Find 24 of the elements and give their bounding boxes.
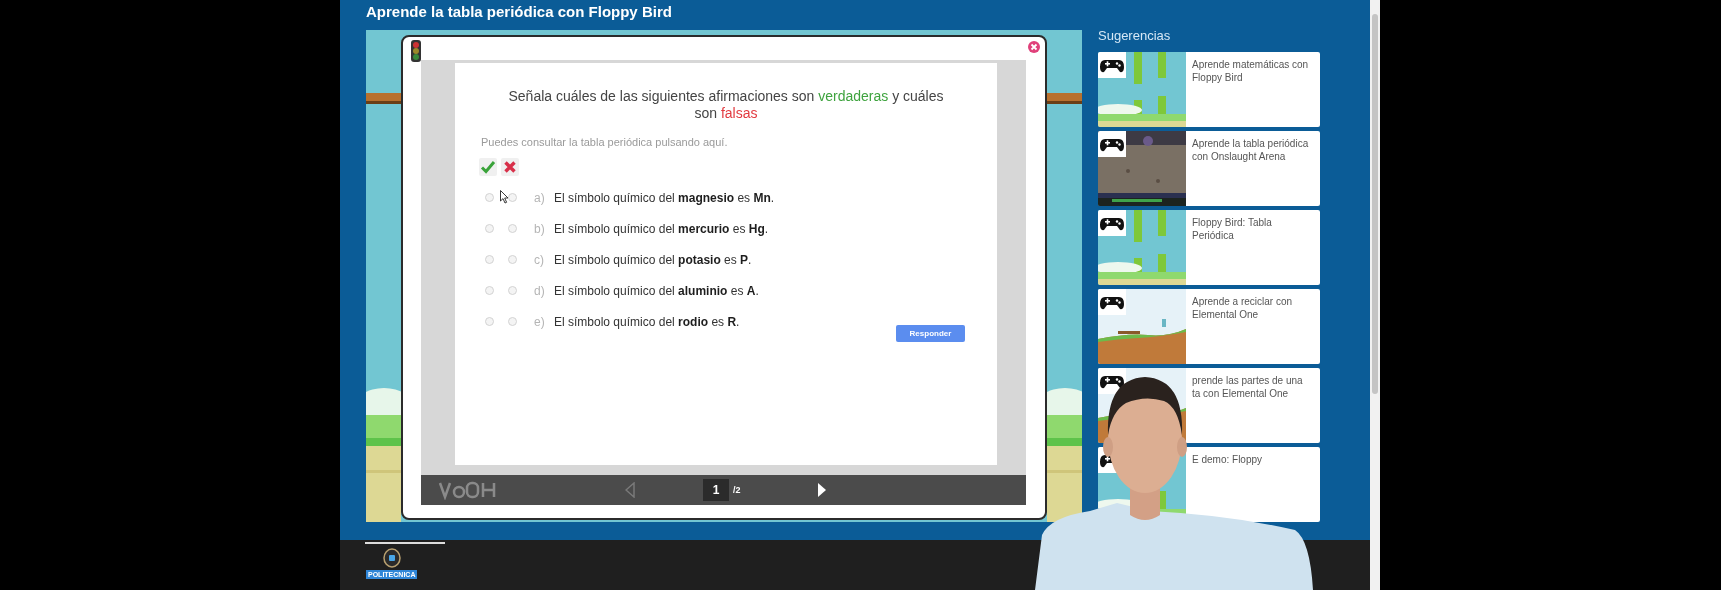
statement-text: El símbolo químico del magnesio es Mn.	[554, 190, 775, 205]
option-letter: d)	[534, 283, 546, 298]
statement-text: El símbolo químico del rodio es R.	[554, 314, 740, 329]
suggestion-card[interactable]: Aprende matemáticas con Floppy Bird	[1186, 52, 1320, 127]
sidebar-title: Sugerencias	[1098, 28, 1172, 45]
page-title: Aprende la tabla periódica con Floppy Bird	[365, 2, 673, 22]
suggestion-card[interactable]: Floppy Bird: Tabla Periódica	[1186, 210, 1320, 285]
suggestion-title: Aprende la tabla periódica con Onslaught Arena	[1191, 137, 1310, 163]
hint-text: Puedes consultar la tabla periódica pulsando aquí.	[481, 136, 729, 148]
question-heading: Señala cuáles de las siguientes afirmaciones son verdaderas y cuáles son falsas	[507, 88, 945, 122]
suggestion-title: Aprende matemáticas con Floppy Bird	[1191, 58, 1310, 84]
page-input[interactable]: 1	[703, 479, 729, 501]
option-letter: e)	[534, 314, 546, 329]
suggestion-title: Floppy Bird: Tabla Periódica	[1191, 216, 1273, 242]
statement-text: El símbolo químico del potasio es P.	[554, 252, 752, 267]
option-letter: a)	[534, 190, 546, 205]
page-total: /2	[733, 485, 741, 495]
suggestion-card[interactable]: Aprende a reciclar con Elemental One	[1186, 289, 1320, 364]
statement-text: El símbolo químico del aluminio es A.	[554, 283, 759, 298]
statement-text: El símbolo químico del mercurio es Hg.	[554, 221, 769, 236]
suggestion-card[interactable]: Aprende la tabla periódica con Onslaught Arena	[1186, 131, 1320, 206]
option-letter: c)	[534, 252, 545, 267]
suggestion-title: Aprende a reciclar con Elemental One	[1191, 295, 1294, 321]
option-letter: b)	[534, 221, 546, 236]
